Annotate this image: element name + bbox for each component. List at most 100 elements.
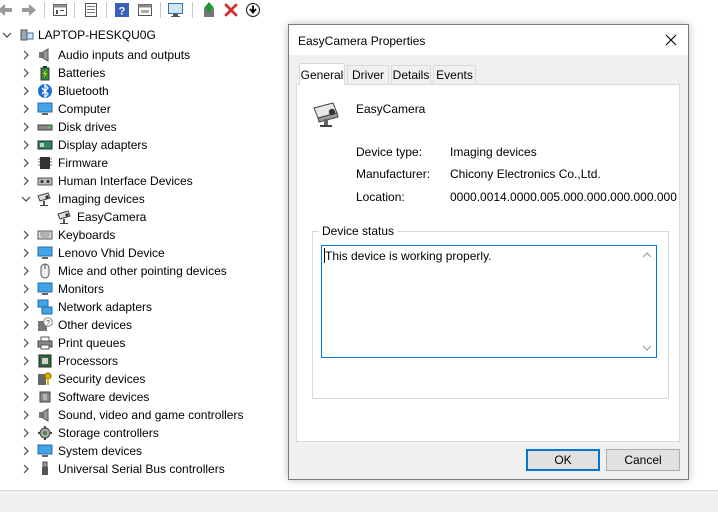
monitor-icon[interactable] <box>167 1 185 19</box>
chevron-right-icon[interactable] <box>20 136 32 154</box>
chevron-down-icon[interactable] <box>1 26 13 44</box>
tree-category-item[interactable]: ? Other devices <box>0 316 285 334</box>
chevron-right-icon[interactable] <box>20 244 32 262</box>
chevron-right-icon[interactable] <box>20 442 32 460</box>
tree-category-item[interactable]: Universal Serial Bus controllers <box>0 460 285 478</box>
tree-category-item[interactable]: Software devices <box>0 388 285 406</box>
chevron-right-icon[interactable] <box>20 370 32 388</box>
usb-icon <box>37 461 53 477</box>
tree-item-label: Print queues <box>58 336 126 350</box>
device-tree: LAPTOP-HESKQU0G Audio inputs and outputs… <box>0 26 288 486</box>
properties-icon[interactable] <box>51 1 69 19</box>
toolbar-separator <box>44 2 45 18</box>
tree-category-item[interactable]: Disk drives <box>0 118 285 136</box>
security-icon <box>37 371 53 387</box>
location-value: 0000.0014.0000.005.000.000.000.000.000 <box>450 190 677 204</box>
tree-item-label: Universal Serial Bus controllers <box>58 462 225 476</box>
cancel-button[interactable]: Cancel <box>606 449 680 471</box>
tree-item-label: EasyCamera <box>77 210 147 224</box>
chevron-right-icon[interactable] <box>20 64 32 82</box>
device-status-textbox[interactable]: This device is working properly. <box>321 245 657 358</box>
scroll-up-icon[interactable] <box>642 251 652 259</box>
tree-category-item[interactable]: Print queues <box>0 334 285 352</box>
chevron-right-icon[interactable] <box>20 82 32 100</box>
storage-icon <box>37 425 53 441</box>
close-icon[interactable] <box>662 31 680 49</box>
tree-category-item[interactable]: Mice and other pointing devices <box>0 262 285 280</box>
firmware-icon <box>37 155 53 171</box>
tree-category-item[interactable]: Human Interface Devices <box>0 172 285 190</box>
download-icon[interactable] <box>244 1 262 19</box>
tree-category-item[interactable]: Computer <box>0 100 285 118</box>
tab-details[interactable]: Details <box>391 65 431 84</box>
chevron-right-icon[interactable] <box>20 316 32 334</box>
network-icon <box>37 299 53 315</box>
tab-events[interactable]: Events <box>433 65 476 84</box>
chevron-right-icon[interactable] <box>20 46 32 64</box>
tree-item-label: Sound, video and game controllers <box>58 408 244 422</box>
disk-icon <box>37 119 53 135</box>
tree-category-item[interactable]: System devices <box>0 442 285 460</box>
tree-category-item[interactable]: Display adapters <box>0 136 285 154</box>
ok-button[interactable]: OK <box>526 449 600 471</box>
keyboard-icon <box>37 227 53 243</box>
tree-category-item[interactable]: Monitors <box>0 280 285 298</box>
tree-category-item[interactable]: Imaging devices <box>0 190 285 208</box>
display-adapter-icon <box>37 137 53 153</box>
tree-category-item[interactable]: Lenovo Vhid Device <box>0 244 285 262</box>
chevron-right-icon[interactable] <box>20 262 32 280</box>
tree-category-item[interactable]: Storage controllers <box>0 424 285 442</box>
tree-category-item[interactable]: Batteries <box>0 64 285 82</box>
svg-text:?: ? <box>119 6 126 18</box>
tab-general[interactable]: General <box>299 63 345 85</box>
manufacturer-label: Manufacturer: <box>356 167 431 181</box>
enable-device-icon[interactable] <box>200 1 218 19</box>
tree-item-label: Batteries <box>58 66 106 80</box>
camera-icon <box>311 99 343 131</box>
tree-category-item[interactable]: Firmware <box>0 154 285 172</box>
tree-category-item[interactable]: Network adapters <box>0 298 285 316</box>
update-driver-icon[interactable] <box>136 1 154 19</box>
scroll-down-icon[interactable] <box>642 344 652 352</box>
view-icon[interactable] <box>82 1 100 19</box>
dialog-title-bar[interactable]: EasyCamera Properties <box>289 25 688 55</box>
chevron-right-icon[interactable] <box>20 352 32 370</box>
tree-category-item[interactable]: Keyboards <box>0 226 285 244</box>
tree-item-label: Bluetooth <box>58 84 109 98</box>
chevron-right-icon[interactable] <box>20 154 32 172</box>
chevron-right-icon[interactable] <box>20 298 32 316</box>
chevron-right-icon[interactable] <box>20 118 32 136</box>
chevron-down-icon[interactable] <box>20 190 32 208</box>
general-tab-panel: EasyCamera Device type: Imaging devices … <box>296 84 680 442</box>
tree-root[interactable]: LAPTOP-HESKQU0G <box>0 26 280 44</box>
tree-category-item[interactable]: Security devices <box>0 370 285 388</box>
tree-category-item[interactable]: Bluetooth <box>0 82 285 100</box>
uninstall-icon[interactable] <box>222 1 240 19</box>
chevron-right-icon[interactable] <box>20 388 32 406</box>
help-icon[interactable]: ? <box>113 1 131 19</box>
chevron-right-icon[interactable] <box>20 334 32 352</box>
processor-icon <box>37 353 53 369</box>
svg-text:?: ? <box>46 320 50 327</box>
status-scrollbar[interactable] <box>639 247 655 356</box>
tree-device-item[interactable]: EasyCamera <box>0 208 285 226</box>
chevron-right-icon[interactable] <box>20 100 32 118</box>
chevron-right-icon[interactable] <box>20 406 32 424</box>
chevron-right-icon[interactable] <box>20 460 32 478</box>
tree-item-label: Storage controllers <box>58 426 159 440</box>
tree-item-label: Keyboards <box>58 228 116 242</box>
tree-category-item[interactable]: Processors <box>0 352 285 370</box>
tree-item-label: Mice and other pointing devices <box>58 264 227 278</box>
tree-item-label: System devices <box>58 444 143 458</box>
forward-icon[interactable] <box>20 1 38 19</box>
chevron-right-icon[interactable] <box>20 172 32 190</box>
chevron-right-icon[interactable] <box>20 280 32 298</box>
back-icon[interactable] <box>0 1 14 19</box>
computer-icon <box>37 101 53 117</box>
chevron-right-icon[interactable] <box>20 424 32 442</box>
chevron-right-icon[interactable] <box>20 226 32 244</box>
speaker-icon <box>37 47 53 63</box>
tab-driver[interactable]: Driver <box>347 65 389 84</box>
tree-category-item[interactable]: Sound, video and game controllers <box>0 406 285 424</box>
tree-category-item[interactable]: Audio inputs and outputs <box>0 46 285 64</box>
